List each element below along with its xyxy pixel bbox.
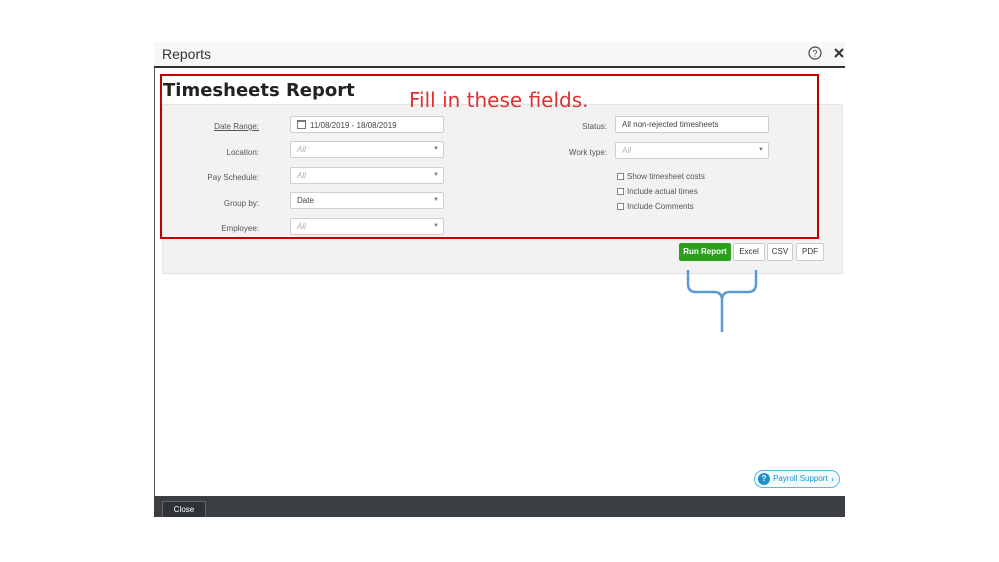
close-button[interactable]: Close — [162, 501, 206, 517]
modal-footer: Close — [154, 496, 845, 517]
csv-button[interactable]: CSV — [767, 243, 793, 261]
annotation-brace — [686, 270, 758, 332]
screenshot-stage: Reports ? Timesheets Report Date Range: … — [0, 0, 999, 562]
help-circle-icon: ? — [758, 473, 770, 485]
excel-button[interactable]: Excel — [733, 243, 765, 261]
pdf-button[interactable]: PDF — [796, 243, 824, 261]
help-circle-icon[interactable]: ? — [808, 46, 822, 60]
modal-header: Reports ? — [154, 42, 845, 68]
modal-title: Reports — [162, 46, 212, 62]
svg-text:?: ? — [812, 49, 817, 59]
modal-left-border — [154, 68, 155, 496]
chevron-right-icon: › — [831, 474, 834, 484]
run-report-button[interactable]: Run Report — [679, 243, 731, 261]
annotation-text: Fill in these fields. — [409, 88, 589, 112]
payroll-support-button[interactable]: ? Payroll Support › — [754, 470, 840, 488]
close-icon[interactable] — [832, 46, 846, 60]
payroll-support-label: Payroll Support — [773, 474, 828, 483]
